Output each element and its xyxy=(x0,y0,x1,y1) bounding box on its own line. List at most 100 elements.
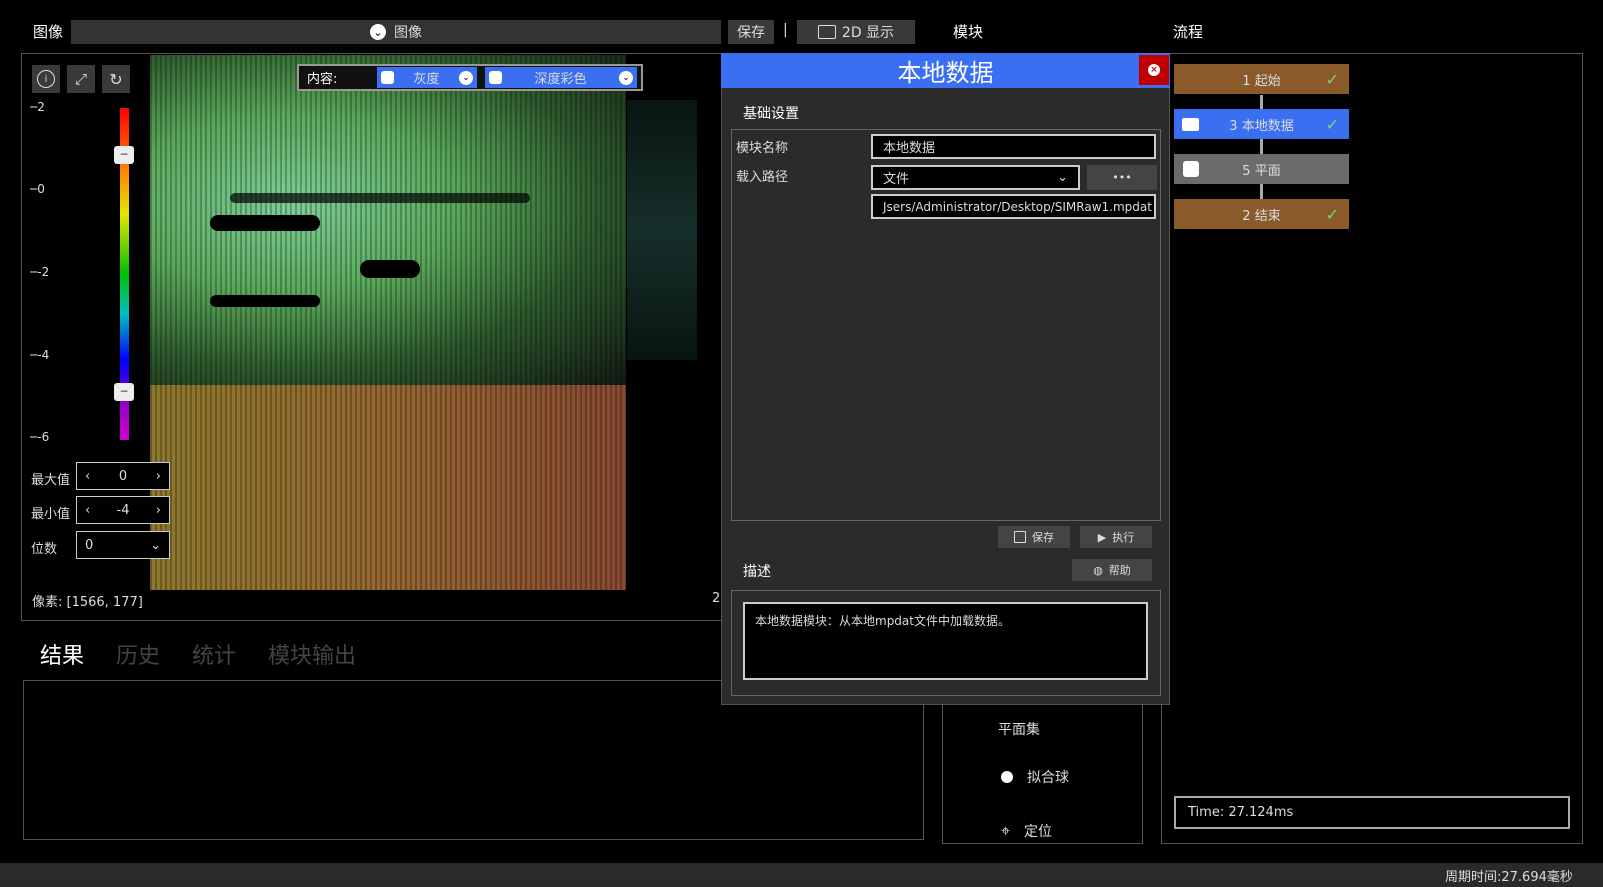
max-value-stepper[interactable]: ‹ 0 › xyxy=(76,462,170,490)
depth-scale-ticks: ─2 ─0 ─-2 ─-4 ─-6 xyxy=(30,100,60,444)
flow-node-start[interactable]: 1 起始 ✓ xyxy=(1174,64,1349,94)
flow-node-label: 2 结束 xyxy=(1242,208,1281,224)
module-name-value: 本地数据 xyxy=(883,141,936,156)
fit-sphere-label: 拟合球 xyxy=(1027,770,1069,786)
scale-tick: ─0 xyxy=(30,182,45,196)
min-slider-handle[interactable]: ─ xyxy=(114,383,134,401)
tab-history[interactable]: 历史 xyxy=(116,638,160,670)
folder-icon xyxy=(1182,117,1199,131)
chevron-down-icon: ⌄ xyxy=(459,70,473,85)
help-label: 帮助 xyxy=(1108,564,1131,577)
check-icon: ✓ xyxy=(1325,114,1339,134)
flow-header: 流程 xyxy=(1173,23,1204,41)
check-icon: ✓ xyxy=(1325,69,1339,89)
flow-node-local-data[interactable]: 3 本地数据 ✓ xyxy=(1174,109,1349,139)
max-slider-handle[interactable]: ─ xyxy=(114,146,134,164)
check-icon: ✓ xyxy=(1325,204,1339,224)
flow-node-label: 5 平面 xyxy=(1242,163,1281,179)
cycle-time: 周期时间:27.694毫秒 xyxy=(1445,870,1573,885)
basic-settings-header: 基础设置 xyxy=(743,106,799,122)
description-content: 本地数据模块：从本地mpdat文件中加载数据。 xyxy=(755,614,1010,628)
tab-module-output[interactable]: 模块输出 xyxy=(268,638,356,670)
flow-time: Time: 27.124ms xyxy=(1174,796,1570,829)
scale-tick: ─-4 xyxy=(30,348,50,362)
chevron-down-icon: ⌄ xyxy=(370,24,386,40)
module-name-field[interactable]: 本地数据 xyxy=(871,134,1156,159)
pixel-info: 像素: [1566, 177] xyxy=(32,595,143,610)
path-value: Jsers/Administrator/Desktop/SIMRaw1.mpda… xyxy=(883,199,1152,214)
locate-label: 定位 xyxy=(1024,824,1053,840)
module-item-fit-sphere[interactable]: 拟合球 xyxy=(1001,767,1069,787)
globe-icon: ◍ xyxy=(1093,563,1103,577)
min-value: -4 xyxy=(116,502,130,518)
save-image-button[interactable]: 保存 xyxy=(728,20,774,44)
dialog-run-button[interactable]: ▶ 执行 xyxy=(1080,526,1152,548)
depth-image-right xyxy=(627,100,697,360)
tab-statistics[interactable]: 统计 xyxy=(192,638,236,670)
chevron-left-icon[interactable]: ‹ xyxy=(85,469,90,484)
status-bar xyxy=(0,863,1603,887)
flow-node-end[interactable]: 2 结束 ✓ xyxy=(1174,199,1349,229)
viewer-right-info: 2 xyxy=(712,591,721,606)
depth-label: 深度彩色 xyxy=(534,72,587,87)
dialog-close-button[interactable]: × xyxy=(1139,55,1169,85)
modules-panel: 平面集 拟合球 ⌖ 定位 xyxy=(942,700,1143,844)
module-item-plane-set[interactable]: 平面集 xyxy=(998,719,1040,739)
image-label: 图像 xyxy=(33,23,64,41)
scale-tick: ─-2 xyxy=(30,265,50,279)
flow-node-label: 1 起始 xyxy=(1242,73,1281,89)
chevron-down-icon: ⌄ xyxy=(150,537,161,553)
dialog-run-label: 执行 xyxy=(1112,531,1135,544)
flow-time-text: Time: 27.124ms xyxy=(1188,805,1294,820)
module-item-locate[interactable]: ⌖ 定位 xyxy=(1001,821,1052,841)
flow-node-plane[interactable]: 5 平面 xyxy=(1174,154,1349,184)
crosshair-icon: ⌖ xyxy=(1001,821,1011,840)
min-value-stepper[interactable]: ‹ -4 › xyxy=(76,496,170,524)
help-button[interactable]: ◍ 帮助 xyxy=(1072,559,1152,581)
chevron-left-icon[interactable]: ‹ xyxy=(85,503,90,518)
dialog-save-label: 保存 xyxy=(1032,531,1054,544)
square-icon xyxy=(1183,161,1199,177)
info-button[interactable]: i xyxy=(32,65,60,93)
load-type-value: 文件 xyxy=(883,172,910,187)
content-label: 内容: xyxy=(307,72,338,87)
fit-view-button[interactable]: ⤢ xyxy=(67,65,95,93)
gray-checkbox[interactable] xyxy=(381,71,394,84)
view-mode-button[interactable]: 2D 显示 xyxy=(797,20,915,44)
floppy-icon xyxy=(1014,531,1026,543)
scale-tick: ─2 xyxy=(30,100,45,114)
reset-view-button[interactable]: ↻ xyxy=(102,65,130,93)
dialog-title-bar[interactable]: 本地数据 xyxy=(721,53,1170,88)
min-value-label: 最小值 xyxy=(31,507,71,522)
refresh-icon: ↻ xyxy=(109,69,123,89)
path-field[interactable]: Jsers/Administrator/Desktop/SIMRaw1.mpda… xyxy=(871,194,1156,219)
dialog-save-button[interactable]: 保存 xyxy=(998,526,1070,548)
close-icon: × xyxy=(1148,64,1160,76)
depth-image[interactable] xyxy=(150,55,626,590)
digits-label: 位数 xyxy=(31,542,58,557)
browse-button[interactable]: ••• xyxy=(1087,165,1157,190)
description-header: 描述 xyxy=(743,564,771,580)
image-source-value: 图像 xyxy=(394,25,422,41)
chevron-right-icon[interactable]: › xyxy=(156,469,161,484)
flow-node-label: 3 本地数据 xyxy=(1229,118,1294,134)
modules-header: 模块 xyxy=(953,23,984,41)
sphere-icon xyxy=(1001,771,1013,783)
gray-label: 灰度 xyxy=(413,72,440,87)
depth-checkbox[interactable] xyxy=(489,71,502,84)
view-mode-label: 2D 显示 xyxy=(841,25,895,41)
load-type-select[interactable]: 文件 ⌄ xyxy=(871,165,1080,190)
scale-tick: ─-6 xyxy=(30,430,50,444)
info-icon: i xyxy=(37,70,55,88)
tab-result[interactable]: 结果 xyxy=(40,638,84,670)
gray-option[interactable]: 灰度 ⌄ xyxy=(377,67,477,88)
max-value: 0 xyxy=(118,468,128,484)
description-text[interactable]: 本地数据模块：从本地mpdat文件中加载数据。 xyxy=(743,602,1148,680)
play-icon: ▶ xyxy=(1097,530,1107,544)
depth-option[interactable]: 深度彩色 ⌄ xyxy=(485,67,637,88)
picture-icon xyxy=(817,25,836,39)
toolbar-separator: | xyxy=(783,22,788,38)
image-source-dropdown[interactable]: ⌄ 图像 xyxy=(71,20,721,44)
digits-select[interactable]: 0 ⌄ xyxy=(76,531,170,559)
chevron-right-icon[interactable]: › xyxy=(156,503,161,518)
